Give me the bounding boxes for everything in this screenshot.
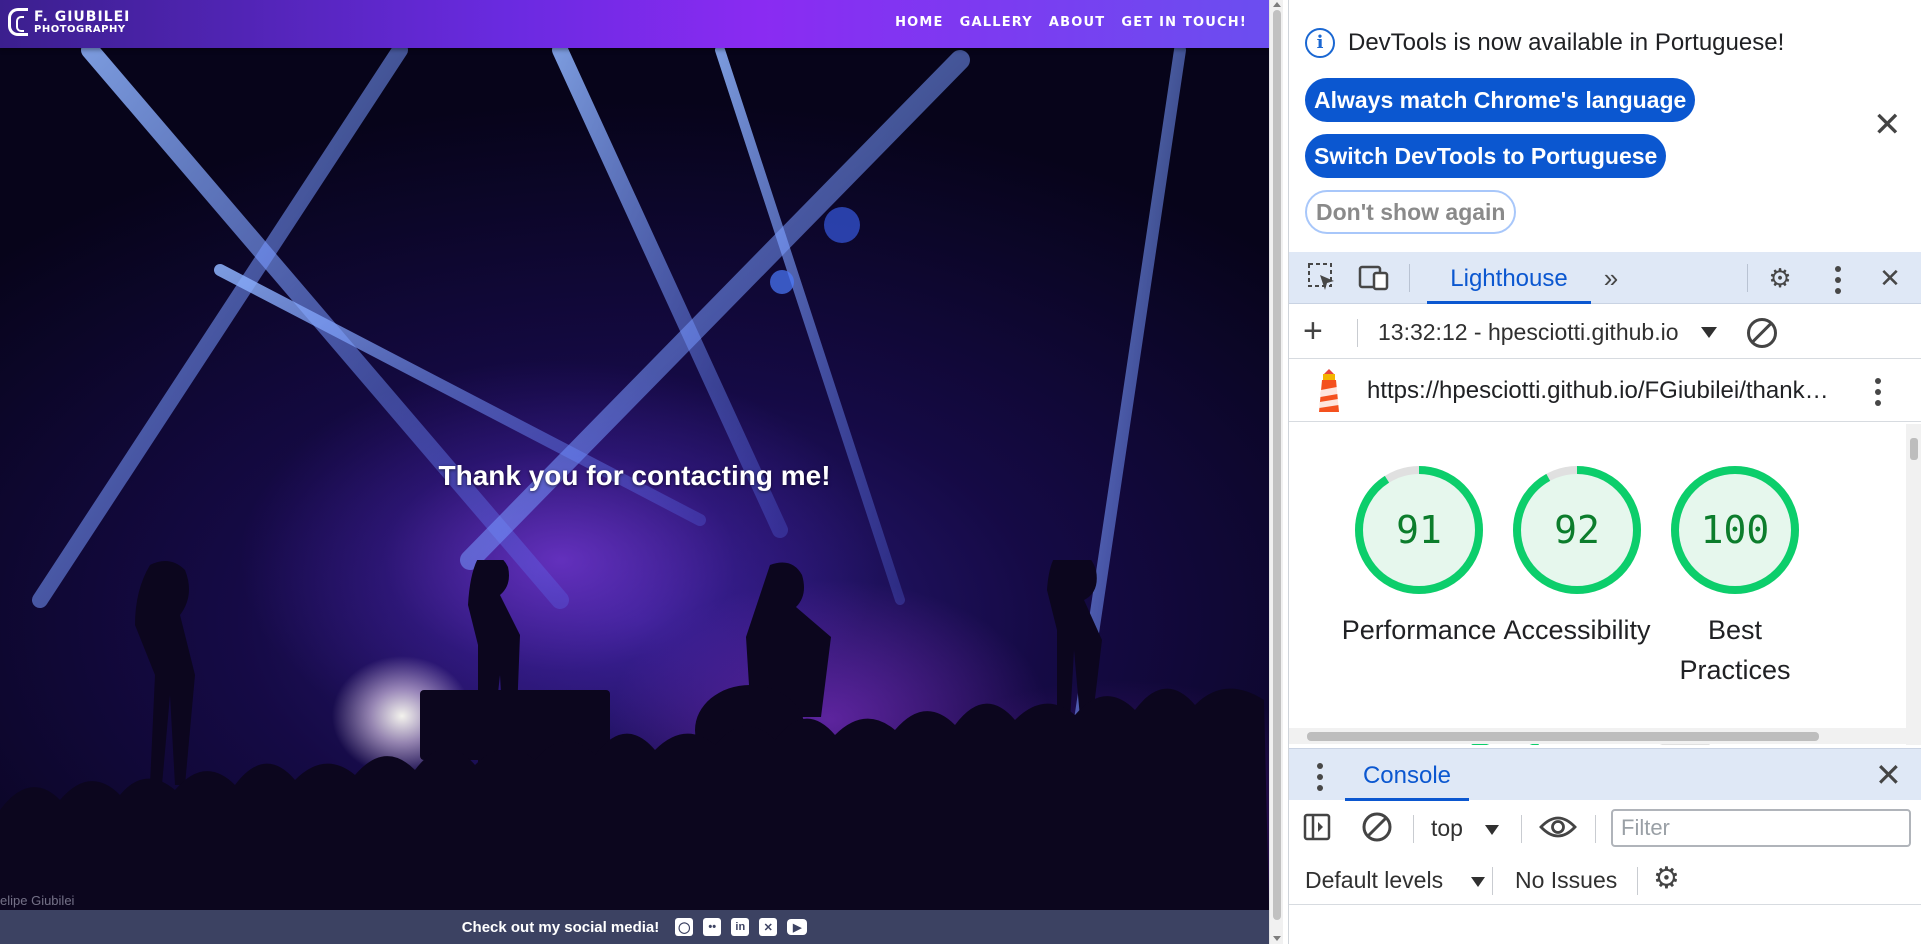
band-and-crowd-silhouette <box>0 560 1269 910</box>
scroll-down-arrow-icon[interactable] <box>1273 936 1281 941</box>
tab-lighthouse[interactable]: Lighthouse <box>1427 252 1591 304</box>
sidebar-toggle-icon[interactable] <box>1303 813 1331 841</box>
report-dropdown-icon[interactable] <box>1701 327 1717 338</box>
score-label: Accessibility <box>1487 610 1667 650</box>
score-label: Best Practices <box>1645 610 1825 690</box>
nav-link-about[interactable]: ABOUT <box>1049 15 1105 30</box>
nav-link-get-in-touch[interactable]: GET IN TOUCH! <box>1121 15 1247 30</box>
website-viewport: F. GIUBILEI PHOTOGRAPHY HOME GALLERY ABO… <box>0 0 1269 944</box>
clear-console-icon[interactable] <box>1361 811 1393 843</box>
lighthouse-report: 91 Performance 92 Accessibility 100 Best Pract… <box>1289 424 1921 745</box>
language-infobar: i DevTools is now available in Portugues… <box>1289 0 1921 252</box>
flickr-icon[interactable]: •• <box>703 918 722 936</box>
logo-subtitle: PHOTOGRAPHY <box>34 23 126 35</box>
inspect-element-icon[interactable] <box>1305 262 1339 294</box>
x-icon[interactable]: ✕ <box>759 918 778 936</box>
thank-you-heading: Thank you for contacting me! <box>438 460 831 491</box>
new-report-plus-icon[interactable]: + <box>1303 313 1323 349</box>
console-settings-gear-icon[interactable]: ⚙ <box>1653 861 1680 896</box>
switch-to-portuguese-button[interactable]: Switch DevTools to Portuguese <box>1305 134 1667 178</box>
report-menu-icon[interactable] <box>1875 378 1881 411</box>
devtools-main-toolbar: Lighthouse » ⚙ ✕ <box>1289 252 1921 304</box>
logo-mark-icon <box>8 8 28 36</box>
lighthouse-icon <box>1319 369 1339 412</box>
report-horizontal-scrollbar[interactable] <box>1289 728 1906 744</box>
main-nav: HOME GALLERY ABOUT GET IN TOUCH! <box>895 15 1247 30</box>
report-vertical-scrollbar[interactable] <box>1906 424 1921 745</box>
close-drawer-icon[interactable]: ✕ <box>1875 757 1902 793</box>
log-levels-dropdown-icon[interactable] <box>1471 877 1485 887</box>
site-footer: Check out my social media! ◯ •• in ✕ ▶ <box>0 910 1269 944</box>
tab-console[interactable]: Console <box>1345 749 1469 801</box>
infobar-message: DevTools is now available in Portuguese! <box>1348 29 1785 56</box>
score-value: 91 <box>1396 508 1442 552</box>
photo-watermark: elipe Giubilei <box>0 893 75 908</box>
social-media-text: Check out my social media! <box>461 918 660 936</box>
report-url-bar: https://hpesciotti.github.io/FGiubilei/t… <box>1289 360 1921 422</box>
site-logo[interactable]: F. GIUBILEI PHOTOGRAPHY <box>8 6 130 38</box>
devtools-panel: i DevTools is now available in Portugues… <box>1288 0 1921 944</box>
nav-link-gallery[interactable]: GALLERY <box>960 15 1033 30</box>
devtools-menu-icon[interactable] <box>1835 266 1841 299</box>
close-infobar-icon[interactable]: ✕ <box>1873 108 1902 142</box>
device-toolbar-icon[interactable] <box>1357 262 1391 294</box>
score-label: Performance <box>1329 610 1509 650</box>
live-expression-eye-icon[interactable] <box>1539 813 1577 841</box>
page-scrollbar-thumb[interactable] <box>1273 10 1281 920</box>
console-filter-input[interactable]: Filter <box>1611 809 1911 847</box>
score-label-line1: Best <box>1707 615 1763 645</box>
context-dropdown-icon[interactable] <box>1485 825 1499 835</box>
linkedin-icon[interactable]: in <box>731 918 750 936</box>
score-value: 92 <box>1554 508 1600 552</box>
site-navbar: F. GIUBILEI PHOTOGRAPHY HOME GALLERY ABO… <box>0 0 1269 48</box>
dont-show-again-button[interactable]: Don't show again <box>1305 190 1517 234</box>
report-selector[interactable]: 13:32:12 - hpesciotti.github.io <box>1378 319 1678 346</box>
scroll-up-arrow-icon[interactable] <box>1273 2 1281 7</box>
score-label-line1: Accessibility <box>1503 615 1651 645</box>
score-label-line1: Performance <box>1341 615 1497 645</box>
more-tabs-chevron-icon[interactable]: » <box>1594 262 1628 294</box>
logo-title: F. GIUBILEI <box>34 8 131 25</box>
context-selector[interactable]: top <box>1431 815 1463 842</box>
youtube-icon[interactable]: ▶ <box>787 919 808 935</box>
report-url[interactable]: https://hpesciotti.github.io/FGiubilei/t… <box>1367 377 1833 405</box>
nav-link-home[interactable]: HOME <box>895 15 944 30</box>
clear-reports-icon[interactable] <box>1747 318 1777 348</box>
console-toolbar: top Filter Default levels No Issues ⚙ <box>1289 801 1921 905</box>
always-match-language-button[interactable]: Always match Chrome's language <box>1305 78 1696 122</box>
drawer-toolbar: Console ✕ <box>1289 748 1921 801</box>
log-levels-selector[interactable]: Default levels <box>1305 867 1443 894</box>
score-value: 100 <box>1701 508 1770 552</box>
concert-photo-background <box>0 0 1269 910</box>
issues-counter[interactable]: No Issues <box>1515 867 1617 894</box>
close-devtools-icon[interactable]: ✕ <box>1873 262 1907 294</box>
drawer-menu-icon[interactable] <box>1317 763 1323 796</box>
instagram-icon[interactable]: ◯ <box>675 918 694 936</box>
settings-gear-icon[interactable]: ⚙ <box>1763 262 1797 294</box>
info-icon: i <box>1305 28 1335 58</box>
lighthouse-run-bar: + 13:32:12 - hpesciotti.github.io <box>1289 305 1921 359</box>
score-label-line2: Practices <box>1679 655 1791 685</box>
score-gauge[interactable]: 100 Best Practices <box>1645 462 1825 690</box>
score-gauge[interactable]: 92 Accessibility <box>1487 462 1667 650</box>
page-scrollbar[interactable] <box>1269 0 1283 944</box>
score-gauge[interactable]: 91 Performance <box>1329 462 1509 650</box>
